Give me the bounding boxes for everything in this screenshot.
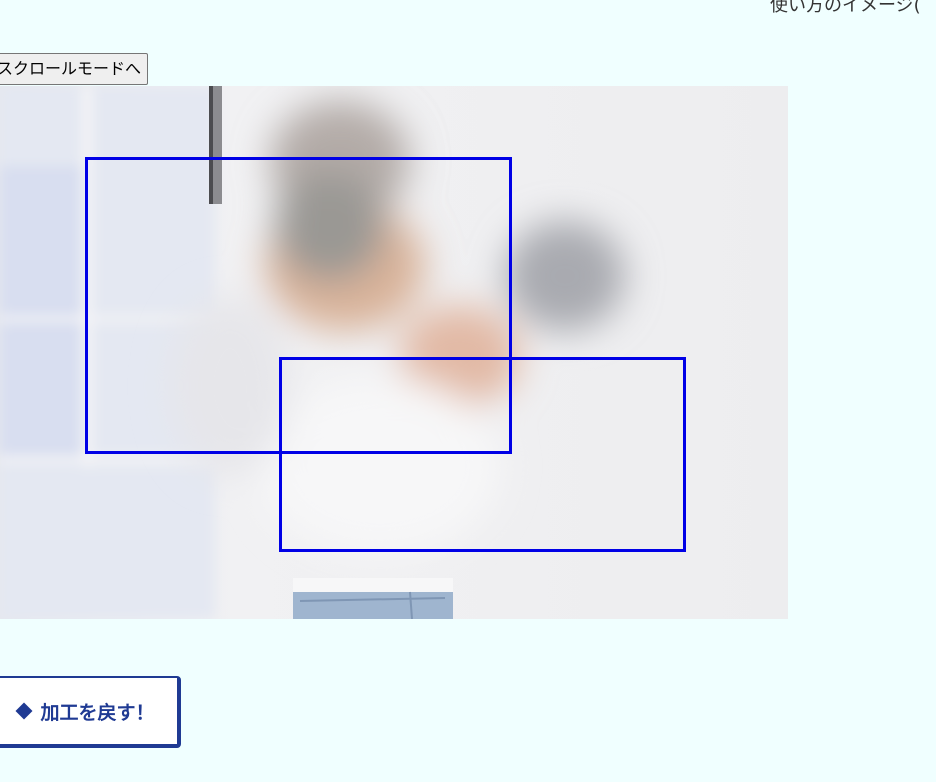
jeans-area bbox=[293, 578, 453, 619]
undo-edit-button[interactable]: 加工を戻す！ bbox=[0, 676, 181, 748]
undo-button-label: 加工を戻す！ bbox=[40, 701, 155, 724]
selection-box-2[interactable] bbox=[279, 357, 686, 552]
usage-hint-text: 使い方のイメージ( bbox=[770, 0, 921, 16]
image-editor-canvas[interactable] bbox=[0, 86, 788, 619]
scroll-mode-button[interactable]: スクロールモードへ bbox=[0, 53, 149, 85]
eraser-icon bbox=[15, 702, 33, 720]
